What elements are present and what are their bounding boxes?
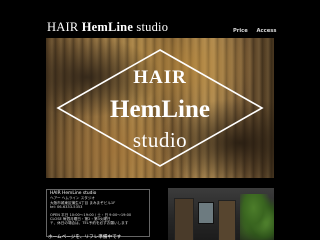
hero-banner: HAIR HemLine studio bbox=[46, 38, 274, 178]
site-logo[interactable]: HAIR HemLine studio bbox=[47, 20, 168, 34]
logo-hemline: HemLine bbox=[81, 20, 134, 34]
salon-info-box: HAIR HemLine studio ヘアー ヘムライン スタジオ 大阪市城東… bbox=[46, 189, 150, 237]
hero-title-studio: studio bbox=[132, 128, 188, 152]
photo-door bbox=[174, 198, 194, 240]
nav-item-access[interactable]: Access bbox=[257, 28, 277, 34]
hero-title-hair: HAIR bbox=[133, 67, 187, 88]
photo-door-2 bbox=[218, 200, 236, 240]
renewal-message: ホームページを、リフレ準備中です bbox=[48, 235, 122, 240]
logo-studio: studio bbox=[133, 20, 169, 34]
salon-notice: 〒、休日の場合は、TEL予約を必ずお願いします bbox=[50, 221, 129, 226]
photo-window bbox=[198, 202, 214, 224]
storefront-photo bbox=[168, 188, 274, 240]
photo-plant bbox=[240, 194, 274, 240]
site-header: HAIR HemLine studio Price Access bbox=[0, 0, 320, 38]
hero-title-hemline: HemLine bbox=[110, 96, 210, 123]
nav-item-price[interactable]: Price bbox=[233, 28, 248, 34]
top-nav: Price Access bbox=[233, 28, 283, 34]
logo-hair: HAIR bbox=[47, 20, 82, 34]
